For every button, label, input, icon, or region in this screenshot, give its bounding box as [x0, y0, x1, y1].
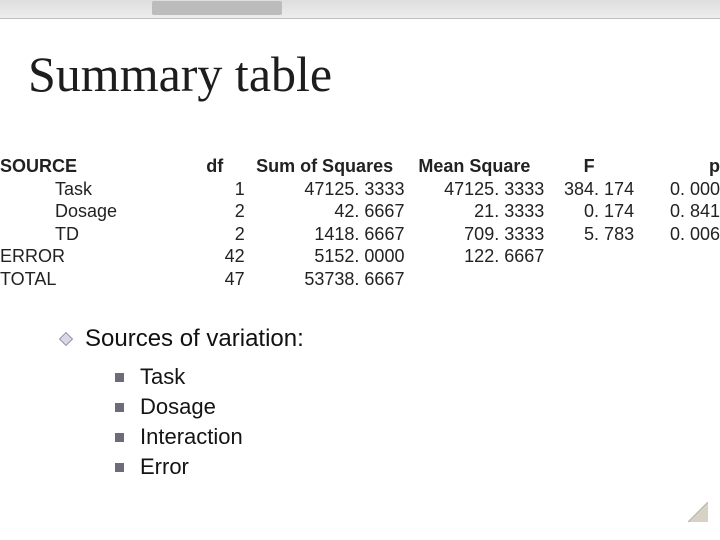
hdr-p: p [634, 155, 720, 178]
table-row: Dosage 2 42. 6667 21. 3333 0. 174 0. 841 [0, 200, 720, 223]
square-bullet-icon [115, 403, 124, 412]
hdr-ms: Mean Square [404, 155, 544, 178]
hdr-f: F [544, 155, 634, 178]
page-corner-icon [688, 502, 708, 522]
list-item-label: Interaction [140, 424, 243, 450]
list-item: Task [115, 362, 243, 392]
list-item-label: Dosage [140, 394, 216, 420]
square-bullet-icon [115, 433, 124, 442]
hdr-df: df [185, 155, 245, 178]
list-item: Interaction [115, 422, 243, 452]
list-item: Error [115, 452, 243, 482]
square-bullet-icon [115, 373, 124, 382]
hdr-ss: Sum of Squares [245, 155, 405, 178]
hdr-source: SOURCE [0, 155, 185, 178]
table-row: Task 1 47125. 3333 47125. 3333 384. 174 … [0, 178, 720, 201]
bullets-list: Task Dosage Interaction Error [115, 362, 243, 482]
square-bullet-icon [115, 463, 124, 472]
diamond-bullet-icon [55, 328, 77, 350]
table-row: TD 2 1418. 6667 709. 3333 5. 783 0. 006 [0, 223, 720, 246]
list-item-label: Task [140, 364, 185, 390]
subhead-text: Sources of variation: [85, 325, 304, 353]
ruler-strip [0, 0, 720, 19]
anova-table: SOURCE df Sum of Squares Mean Square F p… [0, 155, 720, 290]
table-row: ERROR 42 5152. 0000 122. 6667 [0, 245, 720, 268]
slide-title: Summary table [28, 45, 332, 103]
subhead-sources-of-variation: Sources of variation: [55, 325, 304, 353]
table-row: TOTAL 47 53738. 6667 [0, 268, 720, 291]
list-item-label: Error [140, 454, 189, 480]
list-item: Dosage [115, 392, 243, 422]
table-header-row: SOURCE df Sum of Squares Mean Square F p [0, 155, 720, 178]
